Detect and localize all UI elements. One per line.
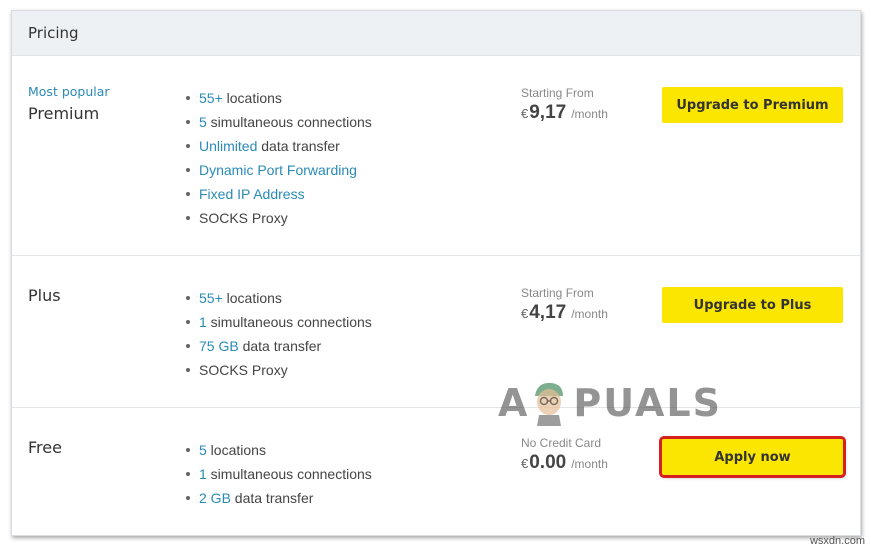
most-popular-tag: Most popular bbox=[28, 84, 110, 99]
tier-plus-name-block: Plus bbox=[28, 286, 61, 305]
feature-item: 1 simultaneous connections bbox=[184, 462, 372, 486]
price-caption: Starting From bbox=[521, 286, 594, 300]
pricing-card: Pricing Most popular Premium 55+ locatio… bbox=[11, 10, 861, 536]
price-period: /month bbox=[571, 307, 608, 321]
tier-free-name-block: Free bbox=[28, 438, 62, 457]
price-period: /month bbox=[571, 107, 608, 121]
feature-item: Dynamic Port Forwarding bbox=[184, 158, 372, 182]
tier-premium-price: Starting From € 9,17 /month bbox=[521, 86, 608, 124]
feature-item: 55+ locations bbox=[184, 86, 372, 110]
tier-plus-features: 55+ locations 1 simultaneous connections… bbox=[184, 286, 372, 382]
feature-item: 1 simultaneous connections bbox=[184, 310, 372, 334]
upgrade-plus-button[interactable]: Upgrade to Plus bbox=[662, 287, 843, 323]
tier-premium-name-block: Most popular Premium bbox=[28, 84, 110, 123]
appuals-watermark: A PUALS bbox=[498, 380, 722, 426]
feature-item: 55+ locations bbox=[184, 286, 372, 310]
tier-plus-name: Plus bbox=[28, 286, 61, 305]
feature-item: 2 GB data transfer bbox=[184, 486, 372, 510]
pricing-title: Pricing bbox=[28, 24, 79, 42]
feature-item: Unlimited data transfer bbox=[184, 134, 372, 158]
tier-plus: Plus 55+ locations 1 simultaneous connec… bbox=[12, 256, 860, 408]
tier-premium: Most popular Premium 55+ locations 5 sim… bbox=[12, 56, 860, 256]
tier-premium-features: 55+ locations 5 simultaneous connections… bbox=[184, 86, 372, 230]
mascot-icon bbox=[531, 380, 567, 426]
tier-free-features: 5 locations 1 simultaneous connections 2… bbox=[184, 438, 372, 510]
price-amount: 4,17 bbox=[529, 302, 567, 323]
tier-premium-name: Premium bbox=[28, 104, 100, 123]
price-period: /month bbox=[571, 457, 608, 471]
price-amount: 9,17 bbox=[529, 102, 567, 123]
price-amount: 0.00 bbox=[529, 452, 567, 473]
feature-item: 5 locations bbox=[184, 438, 372, 462]
tier-free-price: No Credit Card € 0.00 /month bbox=[521, 436, 608, 474]
feature-item: Fixed IP Address bbox=[184, 182, 372, 206]
feature-item: 75 GB data transfer bbox=[184, 334, 372, 358]
tier-plus-price: Starting From € 4,17 /month bbox=[521, 286, 608, 324]
apply-now-button[interactable]: Apply now bbox=[659, 436, 846, 478]
price-caption: Starting From bbox=[521, 86, 594, 100]
tier-free-name: Free bbox=[28, 438, 62, 457]
pricing-header: Pricing bbox=[12, 11, 860, 56]
feature-item: SOCKS Proxy bbox=[184, 358, 372, 382]
feature-item: SOCKS Proxy bbox=[184, 206, 372, 230]
site-watermark: wsxdn.com bbox=[809, 535, 865, 547]
feature-item: 5 simultaneous connections bbox=[184, 110, 372, 134]
tier-free: Free 5 locations 1 simultaneous connecti… bbox=[12, 408, 860, 535]
upgrade-premium-button[interactable]: Upgrade to Premium bbox=[662, 87, 843, 123]
price-currency: € bbox=[521, 456, 529, 471]
price-caption: No Credit Card bbox=[521, 436, 602, 450]
price-currency: € bbox=[521, 306, 529, 321]
price-currency: € bbox=[521, 106, 529, 121]
